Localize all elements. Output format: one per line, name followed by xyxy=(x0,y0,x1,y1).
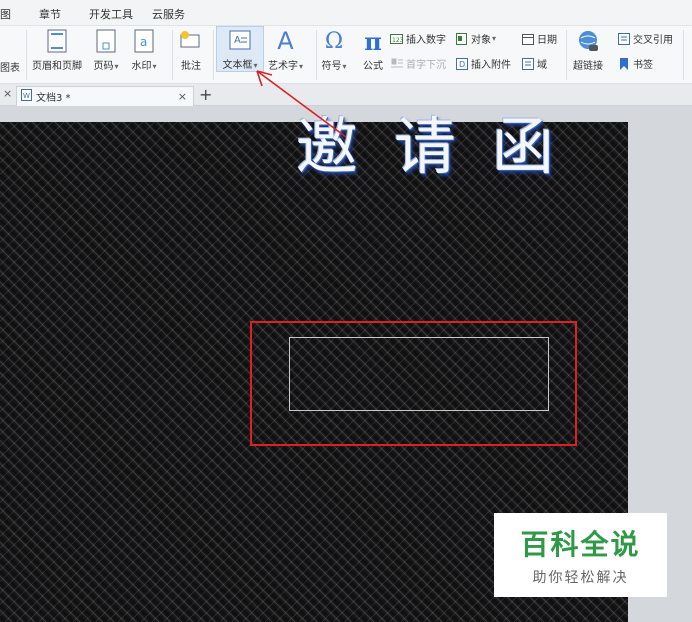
watermark-subtitle: 助你轻松解决 xyxy=(532,570,629,586)
ribbon-separator xyxy=(213,30,214,80)
chevron-down-icon: ▾ xyxy=(342,62,347,71)
chevron-down-icon: ▾ xyxy=(492,34,497,43)
field-button[interactable]: 域 xyxy=(521,56,547,71)
chevron-down-icon: ▾ xyxy=(299,62,304,71)
object-icon xyxy=(455,32,468,45)
chevron-down-icon: ▾ xyxy=(152,62,157,71)
ribbon-toolbar: 图表 页眉和页脚 页码▾ a 水印▾ 批注 A 文本框▾ A 艺术字▾ Ω 符号… xyxy=(0,26,692,84)
drop-cap-icon xyxy=(390,58,403,70)
svg-text:W: W xyxy=(23,92,30,100)
header-footer-icon xyxy=(44,28,70,54)
menu-tab-developer[interactable]: 开发工具 xyxy=(89,6,133,22)
calendar-icon xyxy=(521,33,534,45)
ribbon-separator xyxy=(316,30,317,80)
textbox-icon: A xyxy=(227,27,253,53)
pi-icon: π xyxy=(364,26,382,56)
chevron-down-icon: ▾ xyxy=(253,61,258,70)
field-icon xyxy=(521,57,534,70)
watermark-button[interactable]: a 水印▾ xyxy=(131,28,157,72)
svg-text:D: D xyxy=(459,60,465,69)
drop-cap-button[interactable]: 首字下沉 xyxy=(390,56,446,71)
tab-document3[interactable]: W 文档3 * × xyxy=(16,86,194,106)
menu-tab-cloud[interactable]: 云服务 xyxy=(152,6,185,22)
ribbon-separator xyxy=(683,30,684,80)
close-icon[interactable]: × xyxy=(178,90,187,103)
ribbon-separator xyxy=(26,30,27,80)
site-watermark: 百科全说 助你轻松解决 xyxy=(494,513,667,597)
menu-tab-chapter[interactable]: 章节 xyxy=(39,6,61,22)
object-button[interactable]: 对象 ▾ xyxy=(455,31,496,46)
bookmark-button[interactable]: 书签 xyxy=(617,56,653,71)
insert-attachment-button[interactable]: D 插入附件 xyxy=(455,56,511,71)
formula-button[interactable]: π 公式 xyxy=(360,26,386,73)
page-number-button[interactable]: 页码▾ xyxy=(93,28,119,72)
menu-tab-bar: 图 章节 开发工具 云服务 xyxy=(0,0,692,26)
chevron-down-icon: ▾ xyxy=(114,62,119,71)
new-tab-button[interactable]: + xyxy=(199,85,212,104)
textbox-frame[interactable] xyxy=(289,337,549,411)
document-icon: W xyxy=(21,89,32,104)
wordart-button[interactable]: A 艺术字▾ xyxy=(268,27,304,72)
date-button[interactable]: 日期 xyxy=(521,31,557,46)
comment-button[interactable]: 批注 xyxy=(178,28,204,72)
number-icon: 123 xyxy=(390,33,403,45)
cross-reference-icon xyxy=(617,32,630,45)
svg-text:123: 123 xyxy=(392,37,403,44)
svg-text:A: A xyxy=(234,35,241,46)
svg-text:a: a xyxy=(140,35,147,49)
menu-tab-chart-partial[interactable]: 图 xyxy=(0,6,11,22)
attachment-icon: D xyxy=(455,57,468,70)
chart-button-partial[interactable]: 图表 xyxy=(0,59,20,74)
cross-reference-button[interactable]: 交叉引用 xyxy=(617,31,673,46)
comment-icon xyxy=(178,28,204,54)
globe-link-icon xyxy=(575,28,601,54)
previous-tab-close-icon[interactable]: × xyxy=(3,87,12,100)
page-number-icon xyxy=(93,28,119,54)
invitation-title: 邀请函 xyxy=(296,110,591,183)
tab-title: 文档3 * xyxy=(36,93,71,104)
textbox-button[interactable]: A 文本框▾ xyxy=(216,26,264,72)
omega-icon: Ω xyxy=(324,28,344,54)
ribbon-separator xyxy=(566,30,567,80)
ribbon-separator xyxy=(172,30,173,80)
insert-number-button[interactable]: 123 插入数字 xyxy=(390,31,446,46)
bookmark-icon xyxy=(617,57,630,70)
wordart-icon: A xyxy=(277,27,294,55)
hyperlink-button[interactable]: 超链接 xyxy=(573,28,603,72)
symbol-button[interactable]: Ω 符号▾ xyxy=(321,28,347,73)
watermark-title: 百科全说 xyxy=(520,528,641,561)
header-footer-button[interactable]: 页眉和页脚 xyxy=(32,28,82,72)
watermark-icon: a xyxy=(131,28,157,54)
